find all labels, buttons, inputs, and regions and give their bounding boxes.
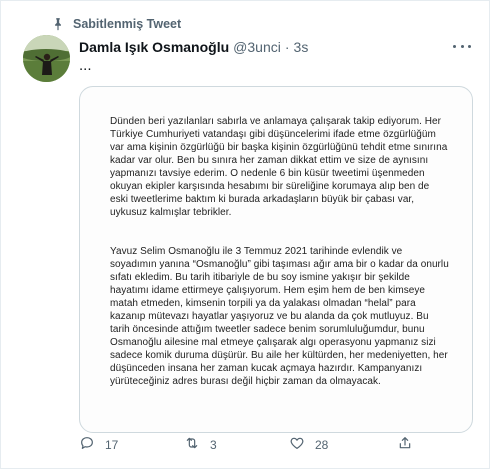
heart-icon — [289, 435, 305, 456]
reply-button[interactable]: 17 — [79, 435, 118, 455]
share-icon — [397, 435, 413, 456]
retweet-count: 3 — [210, 438, 217, 452]
share-button[interactable] — [397, 435, 413, 455]
retweet-button[interactable]: 3 — [184, 435, 217, 455]
author-handle[interactable]: @3unci — [233, 39, 281, 55]
tweet-text: ... — [79, 57, 92, 74]
pinned-indicator: Sabitlenmiş Tweet — [51, 17, 181, 31]
reply-count: 17 — [105, 438, 119, 452]
image-paragraph-1: Dünden beri yazılanları sabırla ve anlam… — [110, 116, 448, 218]
tweet-actions: 17 3 28 — [79, 435, 473, 455]
like-button[interactable]: 28 — [289, 435, 328, 455]
author-name[interactable]: Damla Işık Osmanoğlu — [79, 39, 229, 55]
tweet-header: Damla Işık Osmanoğlu @3unci · 3s — [79, 39, 308, 55]
separator-dot: · — [284, 39, 290, 55]
more-options-icon[interactable] — [453, 39, 471, 53]
retweet-icon — [184, 435, 200, 456]
tweet-image[interactable]: Dünden beri yazılanları sabırla ve anlam… — [79, 86, 473, 433]
pinned-label: Sabitlenmiş Tweet — [73, 17, 182, 31]
avatar[interactable] — [23, 35, 70, 82]
image-paragraph-2: Yavuz Selim Osmanoğlu ile 3 Temmuz 2021 … — [110, 246, 449, 387]
tweet-card[interactable]: Sabitlenmiş Tweet Damla Işık Osmanoğlu @… — [0, 0, 490, 469]
reply-icon — [79, 435, 95, 456]
pin-icon — [51, 17, 65, 31]
like-count: 28 — [315, 438, 329, 452]
timestamp[interactable]: 3s — [294, 39, 309, 55]
